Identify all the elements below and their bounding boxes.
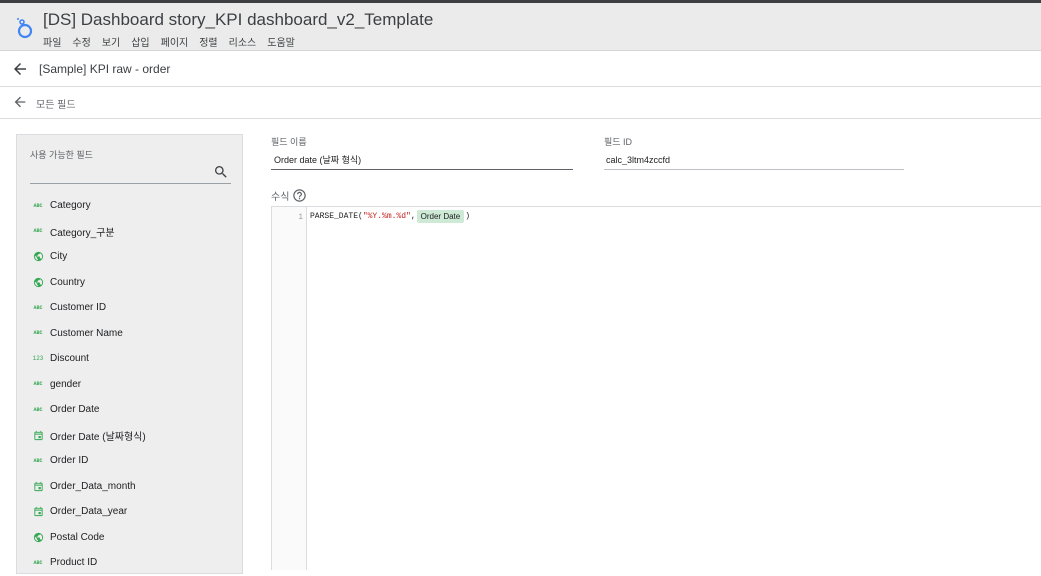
- field-list-item[interactable]: ABC Order Date: [17, 397, 242, 423]
- field-name: gender: [50, 378, 82, 390]
- field-name: Order ID: [50, 455, 89, 467]
- menu-help[interactable]: 도움말: [267, 34, 295, 49]
- field-list-item[interactable]: ABC Product ID: [17, 550, 242, 576]
- text-type-icon: ABC: [33, 202, 43, 209]
- field-chip[interactable]: Order Date: [416, 209, 465, 223]
- text-type-icon: ABC: [33, 304, 43, 311]
- menu-insert[interactable]: 삽입: [131, 34, 149, 49]
- field-list-item[interactable]: City: [17, 244, 242, 270]
- datasource-name: [Sample] KPI raw - order: [39, 62, 171, 76]
- field-name: Category_구분: [50, 227, 115, 239]
- code-close-paren: ): [465, 211, 471, 221]
- field-list: ABC Category ABC Category_구분 City Country ABC C…: [17, 193, 242, 576]
- looker-studio-logo-icon[interactable]: [15, 17, 35, 39]
- field-name: Category: [50, 200, 91, 212]
- field-list-item[interactable]: Country: [17, 270, 242, 296]
- field-list-item[interactable]: ABC Category: [17, 193, 242, 219]
- field-search: [30, 163, 231, 184]
- text-type-icon: ABC: [33, 381, 43, 388]
- globe-icon: [32, 531, 44, 543]
- formula-label: 수식: [271, 192, 290, 203]
- field-name: Order Date: [50, 404, 100, 416]
- calendar-icon: [32, 480, 44, 492]
- menu-arrange[interactable]: 정렬: [199, 34, 217, 49]
- code-string-arg: "%Y.%m.%d": [362, 211, 411, 221]
- code-comma: ,: [410, 211, 416, 221]
- field-list-item[interactable]: ABC gender: [17, 372, 242, 398]
- field-id-label: 필드 ID: [604, 137, 633, 147]
- field-name: Product ID: [50, 557, 98, 569]
- globe-icon: [32, 276, 44, 288]
- field-name: Postal Code: [50, 531, 105, 543]
- field-name: Order_Data_year: [50, 506, 128, 518]
- field-name: City: [50, 251, 68, 263]
- field-list-item[interactable]: Postal Code: [17, 525, 242, 551]
- calendar-icon: [32, 506, 44, 518]
- text-type-icon: ABC: [33, 406, 43, 413]
- field-list-item[interactable]: ABC Customer ID: [17, 295, 242, 321]
- search-icon[interactable]: [213, 164, 229, 180]
- help-circle-icon[interactable]: [292, 188, 307, 203]
- menu-edit[interactable]: 수정: [72, 34, 90, 49]
- menu-file[interactable]: 파일: [43, 34, 61, 49]
- field-list-item[interactable]: Order Date (날짜형식): [17, 423, 242, 449]
- field-name: Order Date (날짜형식): [50, 431, 146, 443]
- menu-page[interactable]: 페이지: [161, 34, 189, 49]
- field-name: Country: [50, 276, 86, 288]
- field-name: Discount: [50, 353, 89, 365]
- menu-view[interactable]: 보기: [102, 34, 120, 49]
- field-list-item[interactable]: ABC Category_구분: [17, 219, 242, 245]
- back-arrow-icon[interactable]: [12, 94, 28, 110]
- all-fields-link[interactable]: 모든 필드: [36, 96, 76, 111]
- field-list-item[interactable]: Order_Data_year: [17, 499, 242, 525]
- menu-resource[interactable]: 리소스: [229, 34, 257, 49]
- line-number: 1: [298, 213, 303, 222]
- formula-editor[interactable]: 1 PARSE_DATE("%Y.%m.%d", Order Date): [271, 206, 1041, 570]
- available-fields-panel: 사용 가능한 필드 ABC Category ABC Category_구분 City C…: [16, 134, 243, 574]
- field-list-item[interactable]: Order_Data_month: [17, 474, 242, 500]
- calendar-icon: [32, 429, 44, 441]
- field-name: Customer ID: [50, 302, 107, 314]
- text-type-icon: ABC: [33, 457, 43, 464]
- panel-label: 사용 가능한 필드: [30, 150, 93, 160]
- menu-bar: 파일 수정 보기 삽입 페이지 정렬 리소스 도움말: [43, 34, 295, 49]
- text-type-icon: ABC: [33, 330, 43, 337]
- formula-code[interactable]: PARSE_DATE("%Y.%m.%d", Order Date): [310, 208, 470, 224]
- back-arrow-icon[interactable]: [11, 60, 29, 78]
- text-type-icon: ABC: [33, 228, 43, 235]
- field-name-label: 필드 이름: [271, 137, 307, 147]
- globe-icon: [32, 251, 44, 263]
- app-header: [DS] Dashboard story_KPI dashboard_v2_Te…: [0, 3, 1041, 58]
- field-list-item[interactable]: 123 Discount: [17, 346, 242, 372]
- field-id-input[interactable]: [604, 150, 904, 170]
- datasource-bar: [Sample] KPI raw - order: [0, 52, 1041, 87]
- field-name: Customer Name: [50, 327, 123, 339]
- field-name-input[interactable]: [271, 150, 573, 170]
- formula-label-row: 수식: [271, 188, 307, 203]
- code-function: PARSE_DATE(: [310, 211, 363, 221]
- field-list-item[interactable]: ABC Customer Name: [17, 321, 242, 347]
- number-type-icon: 123: [32, 355, 44, 363]
- line-gutter: 1: [272, 207, 307, 570]
- field-search-input[interactable]: [30, 163, 210, 183]
- field-list-item[interactable]: ABC Order ID: [17, 448, 242, 474]
- document-title[interactable]: [DS] Dashboard story_KPI dashboard_v2_Te…: [43, 10, 433, 30]
- field-name: Order_Data_month: [50, 480, 136, 492]
- all-fields-bar: 모든 필드: [0, 87, 1041, 119]
- text-type-icon: ABC: [33, 559, 43, 566]
